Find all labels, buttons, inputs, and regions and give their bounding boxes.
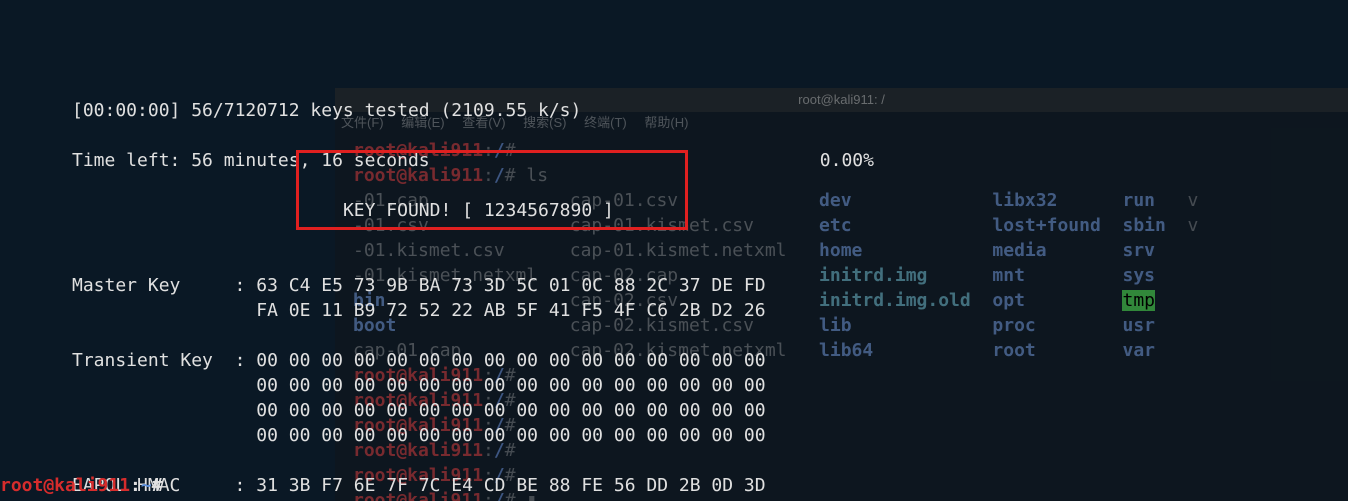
prompt-user: root@kali911 xyxy=(0,475,130,496)
eapol-hmac-value: 31 3B F7 6E 7F 7C E4 CD BE 88 FE 56 DD 2… xyxy=(256,475,765,496)
master-key-row2: FA 0E 11 B9 72 52 22 AB 5F 41 F5 4F C6 2… xyxy=(256,300,765,321)
master-key-label: Master Key xyxy=(72,275,180,296)
transient-key-row2: 00 00 00 00 00 00 00 00 00 00 00 00 00 0… xyxy=(256,375,765,396)
time-left-label: Time left: xyxy=(72,150,180,171)
prompt-hash: # xyxy=(152,475,163,496)
elapsed-label: [00:00:00] xyxy=(72,100,180,121)
time-left-value: 56 minutes, 16 seconds xyxy=(191,150,429,171)
transient-key-row4: 00 00 00 00 00 00 00 00 00 00 00 00 00 0… xyxy=(256,425,765,446)
foreground-terminal[interactable]: [00:00:00] 56/7120712 keys tested (2109.… xyxy=(0,0,1348,501)
keys-tested: 56/7120712 keys tested (2109.55 k/s) xyxy=(191,100,581,121)
aircrack-output: [00:00:00] 56/7120712 keys tested (2109.… xyxy=(72,73,874,498)
key-found-text: KEY FOUND! [ 1234567890 ] xyxy=(343,200,614,221)
prompt-path: ~ xyxy=(141,475,152,496)
transient-key-label: Transient Key xyxy=(72,350,213,371)
transient-key-row3: 00 00 00 00 00 00 00 00 00 00 00 00 00 0… xyxy=(256,400,765,421)
progress-percent: 0.00% xyxy=(820,148,874,173)
shell-prompt[interactable]: root@kali911:~# xyxy=(0,473,163,498)
master-key-row1: 63 C4 E5 73 9B BA 73 3D 5C 01 0C 88 2C 3… xyxy=(256,275,765,296)
transient-key-row1: 00 00 00 00 00 00 00 00 00 00 00 00 00 0… xyxy=(256,350,765,371)
